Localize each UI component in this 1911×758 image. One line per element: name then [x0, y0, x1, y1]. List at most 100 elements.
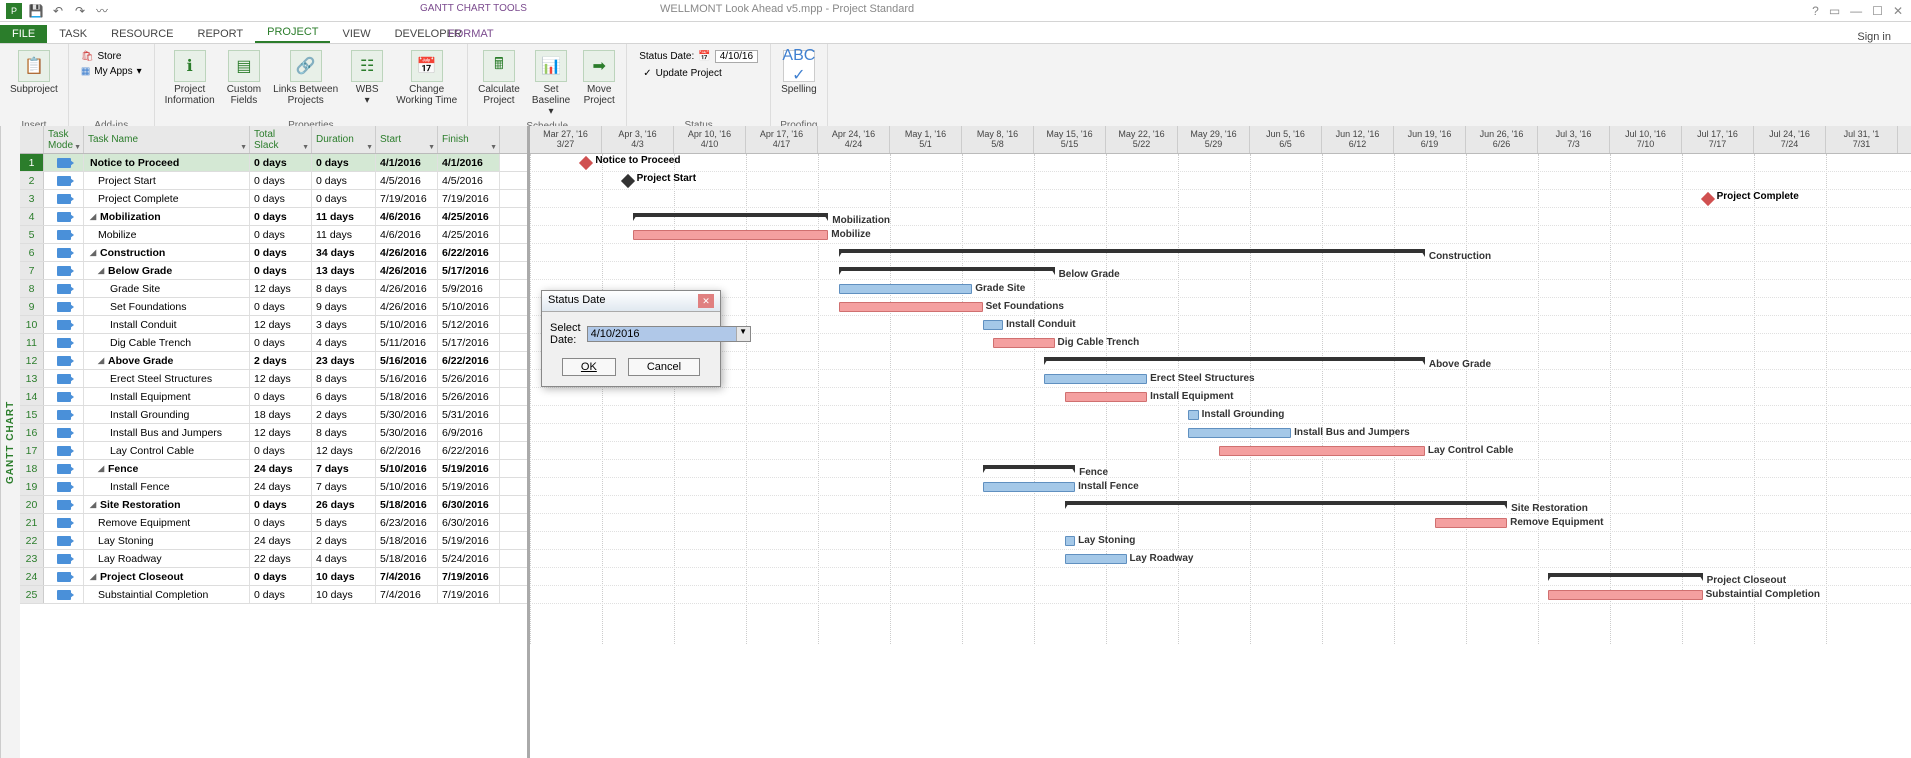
duration-cell[interactable]: 4 days: [312, 550, 376, 567]
task-name-cell[interactable]: ◢Fence: [84, 460, 250, 477]
task-mode-cell[interactable]: [44, 586, 84, 603]
slack-cell[interactable]: 12 days: [250, 370, 312, 387]
move-project-button[interactable]: ➡Move Project: [578, 48, 620, 108]
finish-cell[interactable]: 4/5/2016: [438, 172, 500, 189]
slack-cell[interactable]: 0 days: [250, 496, 312, 513]
minimize-icon[interactable]: —: [1850, 4, 1862, 18]
summary-bar[interactable]: Mobilization: [633, 213, 828, 219]
redo-icon[interactable]: ↷: [72, 3, 88, 19]
finish-cell[interactable]: 6/22/2016: [438, 244, 500, 261]
slack-cell[interactable]: 0 days: [250, 244, 312, 261]
row-id[interactable]: 15: [20, 406, 44, 423]
timeline-row[interactable]: Lay Control Cable: [530, 442, 1911, 460]
task-mode-cell[interactable]: [44, 514, 84, 531]
duration-cell[interactable]: 10 days: [312, 586, 376, 603]
collapse-icon[interactable]: ◢: [98, 266, 106, 275]
table-row[interactable]: 9Set Foundations0 days9 days4/26/20165/1…: [20, 298, 527, 316]
start-cell[interactable]: 5/18/2016: [376, 550, 438, 567]
task-mode-cell[interactable]: [44, 208, 84, 225]
tab-report[interactable]: REPORT: [186, 25, 256, 43]
row-id[interactable]: 13: [20, 370, 44, 387]
row-id[interactable]: 17: [20, 442, 44, 459]
row-id[interactable]: 9: [20, 298, 44, 315]
duration-cell[interactable]: 10 days: [312, 568, 376, 585]
timeline-row[interactable]: Fence: [530, 460, 1911, 478]
finish-cell[interactable]: 6/30/2016: [438, 514, 500, 531]
slack-cell[interactable]: 0 days: [250, 514, 312, 531]
wbs-button[interactable]: ☷WBS ▾: [346, 48, 388, 108]
duration-cell[interactable]: 8 days: [312, 280, 376, 297]
finish-cell[interactable]: 7/19/2016: [438, 586, 500, 603]
row-id[interactable]: 6: [20, 244, 44, 261]
row-id[interactable]: 7: [20, 262, 44, 279]
collapse-icon[interactable]: ◢: [90, 500, 98, 509]
timeline-row[interactable]: Install Equipment: [530, 388, 1911, 406]
calculate-button[interactable]: 🖩Calculate Project: [474, 48, 524, 108]
task-bar[interactable]: Install Equipment: [1065, 392, 1147, 402]
duration-cell[interactable]: 2 days: [312, 532, 376, 549]
duration-cell[interactable]: 12 days: [312, 442, 376, 459]
timeline-row[interactable]: Project Complete: [530, 190, 1911, 208]
task-name-cell[interactable]: Install Equipment: [84, 388, 250, 405]
table-row[interactable]: 10Install Conduit12 days3 days5/10/20165…: [20, 316, 527, 334]
table-row[interactable]: 25Substaintial Completion0 days10 days7/…: [20, 586, 527, 604]
task-mode-cell[interactable]: [44, 352, 84, 369]
timeline-row[interactable]: Grade Site: [530, 280, 1911, 298]
ribbon-options-icon[interactable]: ▭: [1829, 4, 1840, 18]
start-cell[interactable]: 5/18/2016: [376, 388, 438, 405]
finish-cell[interactable]: 5/19/2016: [438, 478, 500, 495]
task-name-cell[interactable]: ◢Mobilization: [84, 208, 250, 225]
myapps-button[interactable]: ▦My Apps ▾: [77, 65, 146, 78]
row-id[interactable]: 14: [20, 388, 44, 405]
task-bar[interactable]: Grade Site: [839, 284, 973, 294]
table-row[interactable]: 4◢Mobilization0 days11 days4/6/20164/25/…: [20, 208, 527, 226]
task-name-cell[interactable]: ◢Site Restoration: [84, 496, 250, 513]
duration-cell[interactable]: 0 days: [312, 172, 376, 189]
start-cell[interactable]: 5/11/2016: [376, 334, 438, 351]
finish-cell[interactable]: 7/19/2016: [438, 190, 500, 207]
close-window-icon[interactable]: ✕: [1893, 4, 1903, 18]
start-cell[interactable]: 4/26/2016: [376, 244, 438, 261]
finish-cell[interactable]: 5/17/2016: [438, 334, 500, 351]
start-cell[interactable]: 5/16/2016: [376, 370, 438, 387]
task-mode-cell[interactable]: [44, 478, 84, 495]
slack-cell[interactable]: 12 days: [250, 316, 312, 333]
timeline-row[interactable]: Set Foundations: [530, 298, 1911, 316]
col-name[interactable]: Task Name▼: [84, 126, 250, 153]
row-id[interactable]: 11: [20, 334, 44, 351]
summary-bar[interactable]: Construction: [839, 249, 1425, 255]
task-mode-cell[interactable]: [44, 550, 84, 567]
slack-cell[interactable]: 2 days: [250, 352, 312, 369]
col-finish[interactable]: Finish▼: [438, 126, 500, 153]
task-bar[interactable]: Install Grounding: [1188, 410, 1198, 420]
spelling-button[interactable]: ABC✓Spelling: [777, 48, 821, 97]
task-name-cell[interactable]: Erect Steel Structures: [84, 370, 250, 387]
task-mode-cell[interactable]: [44, 496, 84, 513]
milestone-marker[interactable]: [579, 156, 593, 170]
duration-cell[interactable]: 11 days: [312, 226, 376, 243]
task-bar[interactable]: Lay Roadway: [1065, 554, 1127, 564]
table-row[interactable]: 23Lay Roadway22 days4 days5/18/20165/24/…: [20, 550, 527, 568]
duration-cell[interactable]: 13 days: [312, 262, 376, 279]
timeline-row[interactable]: Install Fence: [530, 478, 1911, 496]
duration-cell[interactable]: 26 days: [312, 496, 376, 513]
slack-cell[interactable]: 0 days: [250, 208, 312, 225]
row-id[interactable]: 5: [20, 226, 44, 243]
slack-cell[interactable]: 12 days: [250, 280, 312, 297]
summary-bar[interactable]: Fence: [983, 465, 1076, 471]
collapse-icon[interactable]: ◢: [98, 464, 106, 473]
timeline-row[interactable]: Lay Stoning: [530, 532, 1911, 550]
finish-cell[interactable]: 5/24/2016: [438, 550, 500, 567]
duration-cell[interactable]: 6 days: [312, 388, 376, 405]
slack-cell[interactable]: 0 days: [250, 568, 312, 585]
undo-icon[interactable]: ↶: [50, 3, 66, 19]
task-bar[interactable]: Lay Control Cable: [1219, 446, 1425, 456]
slack-cell[interactable]: 0 days: [250, 334, 312, 351]
row-id[interactable]: 25: [20, 586, 44, 603]
table-row[interactable]: 12◢Above Grade2 days23 days5/16/20166/22…: [20, 352, 527, 370]
slack-cell[interactable]: 12 days: [250, 424, 312, 441]
row-id[interactable]: 12: [20, 352, 44, 369]
dialog-date-input[interactable]: [588, 327, 736, 341]
start-cell[interactable]: 5/18/2016: [376, 496, 438, 513]
tab-project[interactable]: PROJECT: [255, 23, 330, 43]
